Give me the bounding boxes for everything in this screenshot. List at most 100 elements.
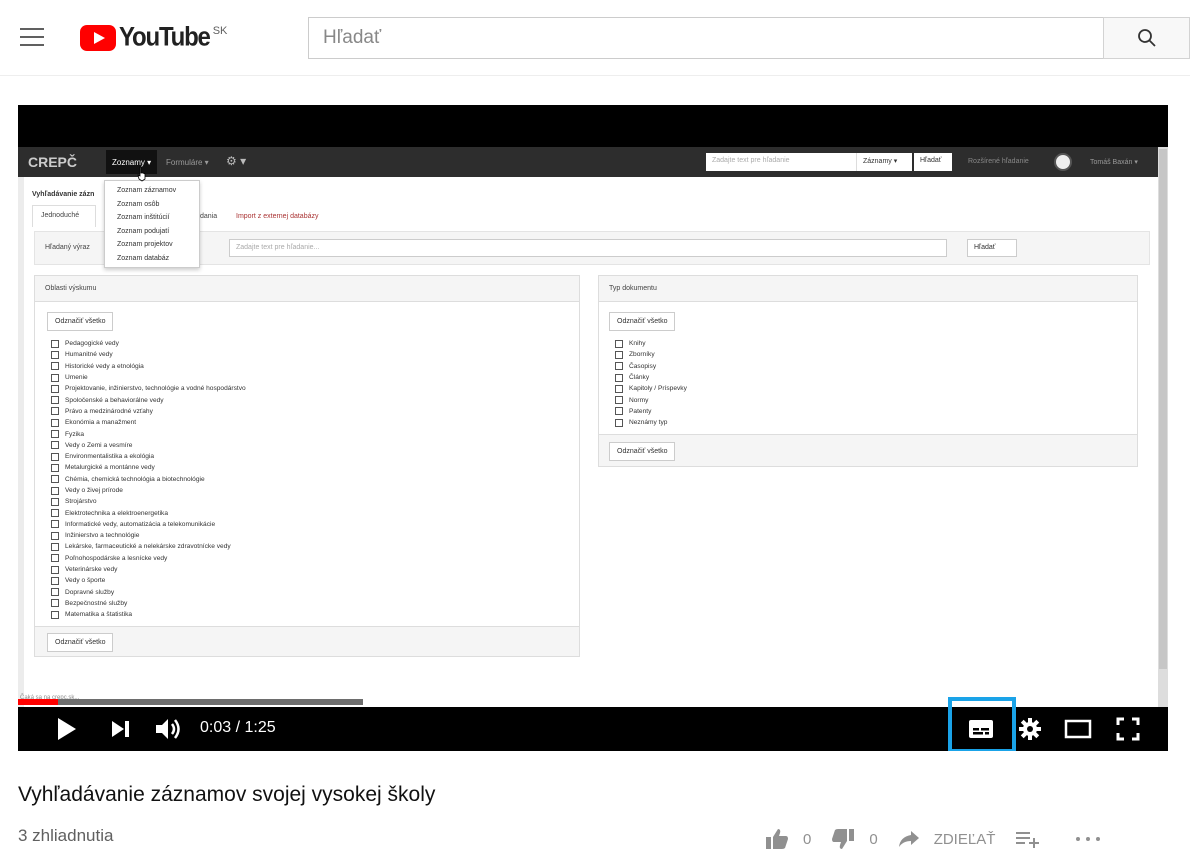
nav-search-select: Záznamy ▾ bbox=[856, 153, 912, 171]
nav-search-input: Zadajte text pre hľadanie bbox=[706, 153, 856, 171]
logo-word: YouTube bbox=[119, 22, 211, 53]
left-checkbox-item: Environmentalistika a ekológia bbox=[51, 451, 246, 462]
tab-partial: dania bbox=[200, 213, 218, 220]
more-icon bbox=[1076, 837, 1101, 841]
app-search-label: Hľadaný výraz bbox=[45, 244, 90, 251]
right-panel: Typ dokumentu Odznačiť všetko Knihy Zborn… bbox=[598, 275, 1138, 467]
progress-loaded bbox=[18, 699, 363, 705]
right-checkbox-item: Časopisy bbox=[615, 361, 687, 372]
left-checkbox-item: Právo a medzinárodné vzťahy bbox=[51, 406, 246, 417]
left-checkbox-item: Strojárstvo bbox=[51, 496, 246, 507]
left-checkbox-item: Chémia, chemická technológia a biotechno… bbox=[51, 474, 246, 485]
menu-zoznamy: Zoznamy ▾ bbox=[106, 150, 158, 174]
mouse-cursor-icon bbox=[137, 166, 146, 182]
left-panel: Oblasti výskumu Odznačiť všetko Pedagogi… bbox=[34, 275, 580, 657]
subtitles-highlight bbox=[948, 697, 1016, 751]
nav-user: Tomáš Baxán ▾ bbox=[1090, 159, 1138, 166]
search-icon bbox=[1138, 29, 1156, 47]
zoznamy-dropdown: Zoznam záznamov Zoznam osôb Zoznam inštitú… bbox=[104, 180, 200, 268]
left-checkbox-item: Vedy o živej prírode bbox=[51, 485, 246, 496]
app-navbar: CREPČ Zoznamy ▾ Formuláre ▾ ⚙ ▾ Zadajte … bbox=[18, 147, 1158, 177]
settings-icon[interactable] bbox=[1018, 717, 1042, 741]
left-checkbox-item: Inžinierstvo a technológie bbox=[51, 530, 246, 541]
video-player[interactable]: CREPČ Zoznamy ▾ Formuláre ▾ ⚙ ▾ Zadajte … bbox=[18, 105, 1168, 751]
left-checkbox-item: Historické vedy a etnológia bbox=[51, 361, 246, 372]
left-checkbox-item: Metalurgické a montánne vedy bbox=[51, 462, 246, 473]
more-button[interactable] bbox=[1075, 835, 1115, 843]
dislike-count: 0 bbox=[869, 830, 878, 848]
like-count: 0 bbox=[803, 830, 812, 848]
dropdown-item: Zoznam záznamov bbox=[117, 187, 177, 194]
left-deselect-button: Odznačiť všetko bbox=[47, 312, 114, 331]
right-checkbox-item: Knihy bbox=[615, 338, 687, 349]
left-checkbox-list: Pedagogické vedy Humanitné vedy Historické… bbox=[51, 338, 246, 620]
left-checkbox-item: Humanitné vedy bbox=[51, 349, 246, 360]
tab-simple: Jednoduché bbox=[32, 205, 96, 227]
right-checkbox-item: Zborníky bbox=[615, 349, 687, 360]
right-panel-footer: Odznačiť všetko bbox=[599, 434, 1137, 466]
add-to-playlist-button[interactable] bbox=[1015, 829, 1055, 849]
right-checkbox-item: Neznámy typ bbox=[615, 417, 687, 428]
left-checkbox-item: Lekárske, farmaceutické a nelekárske zdr… bbox=[51, 541, 246, 552]
left-checkbox-item: Spoločenské a behaviorálne vedy bbox=[51, 394, 246, 405]
video-actions: 0 0 ZDIEĽAŤ bbox=[765, 826, 1135, 852]
left-checkbox-item: Elektrotechnika a elektroenergetika bbox=[51, 507, 246, 518]
app-search-button: Hľadať bbox=[967, 239, 1017, 257]
left-checkbox-item: Dopravné služby bbox=[51, 587, 246, 598]
dislike-button[interactable]: 0 bbox=[831, 828, 878, 850]
search-input[interactable]: Hľadať bbox=[308, 17, 1104, 59]
view-count: 3 zhliadnutia bbox=[18, 826, 114, 845]
right-checkbox-item: Normy bbox=[615, 394, 687, 405]
like-button[interactable]: 0 bbox=[765, 828, 811, 850]
menu-icon[interactable] bbox=[20, 28, 44, 46]
right-deselect-button: Odznačiť všetko bbox=[609, 312, 676, 331]
left-checkbox-item: Pedagogické vedy bbox=[51, 338, 246, 349]
right-deselect-button-bottom: Odznačiť všetko bbox=[609, 442, 676, 461]
youtube-logo[interactable]: YouTube SK bbox=[80, 22, 228, 53]
masthead: YouTube SK Hľadať bbox=[0, 0, 1190, 76]
left-checkbox-item: Projektovanie, inžinierstvo, technológie… bbox=[51, 383, 246, 394]
theater-mode-icon[interactable] bbox=[1064, 719, 1092, 739]
left-checkbox-item: Informatické vedy, automatizácia a telek… bbox=[51, 519, 246, 530]
right-checkbox-item: Články bbox=[615, 372, 687, 383]
thumb-up-icon bbox=[766, 829, 788, 849]
logo-country: SK bbox=[212, 25, 228, 37]
menu-tools: ⚙ ▾ bbox=[226, 154, 247, 168]
app-page-title: Vyhľadávanie zázn bbox=[32, 191, 95, 198]
fullscreen-icon[interactable] bbox=[1116, 717, 1140, 741]
dropdown-item: Zoznam podujatí bbox=[117, 227, 170, 235]
dropdown-item: Zoznam osôb bbox=[117, 200, 160, 208]
share-label: ZDIEĽAŤ bbox=[933, 830, 996, 848]
app-search-row: Hľadaný výraz Zadajte text pre hľadanie.… bbox=[34, 231, 1150, 265]
right-panel-title: Typ dokumentu bbox=[599, 276, 1137, 302]
video-frame-scrollbar bbox=[1158, 147, 1168, 707]
share-button[interactable]: ZDIEĽAŤ bbox=[898, 830, 996, 848]
left-checkbox-item: Vedy o Zemi a vesmíre bbox=[51, 440, 246, 451]
app-brand: CREPČ bbox=[28, 154, 78, 170]
thumb-down-icon bbox=[832, 829, 855, 849]
search-button[interactable] bbox=[1103, 17, 1190, 59]
next-icon[interactable] bbox=[110, 719, 132, 739]
dropdown-item: Zoznam projektov bbox=[117, 241, 173, 248]
play-icon[interactable] bbox=[56, 717, 78, 741]
menu-formulare: Formuláre ▾ bbox=[166, 158, 209, 167]
youtube-play-icon bbox=[80, 25, 116, 51]
nav-search-button: Hľadať bbox=[914, 153, 952, 171]
share-icon bbox=[898, 831, 919, 847]
left-checkbox-item: Fyzika bbox=[51, 428, 246, 439]
right-checkbox-item: Kapitoly / Príspevky bbox=[615, 383, 687, 394]
tab-import: Import z externej databázy bbox=[236, 213, 319, 220]
left-checkbox-item: Matematika a štatistika bbox=[51, 609, 246, 620]
right-checkbox-list: Knihy Zborníky Časopisy Články Kapitoly / Pr… bbox=[615, 338, 687, 428]
player-controls: 0:03 / 1:25 bbox=[18, 697, 1168, 751]
left-deselect-button-bottom: Odznačiť všetko bbox=[47, 633, 114, 652]
nav-advanced-search: Rozšírené hľadanie bbox=[968, 158, 1029, 165]
left-checkbox-item: Ekonómia a manažment bbox=[51, 417, 246, 428]
video-frame: CREPČ Zoznamy ▾ Formuláre ▾ ⚙ ▾ Zadajte … bbox=[18, 147, 1168, 707]
add-to-playlist-icon bbox=[1016, 832, 1040, 848]
left-checkbox-item: Vedy o športe bbox=[51, 575, 246, 586]
avatar bbox=[1054, 153, 1072, 171]
app-search-input: Zadajte text pre hľadanie... bbox=[229, 239, 947, 257]
volume-icon[interactable] bbox=[154, 717, 182, 741]
left-panel-title: Oblasti výskumu bbox=[35, 276, 579, 302]
